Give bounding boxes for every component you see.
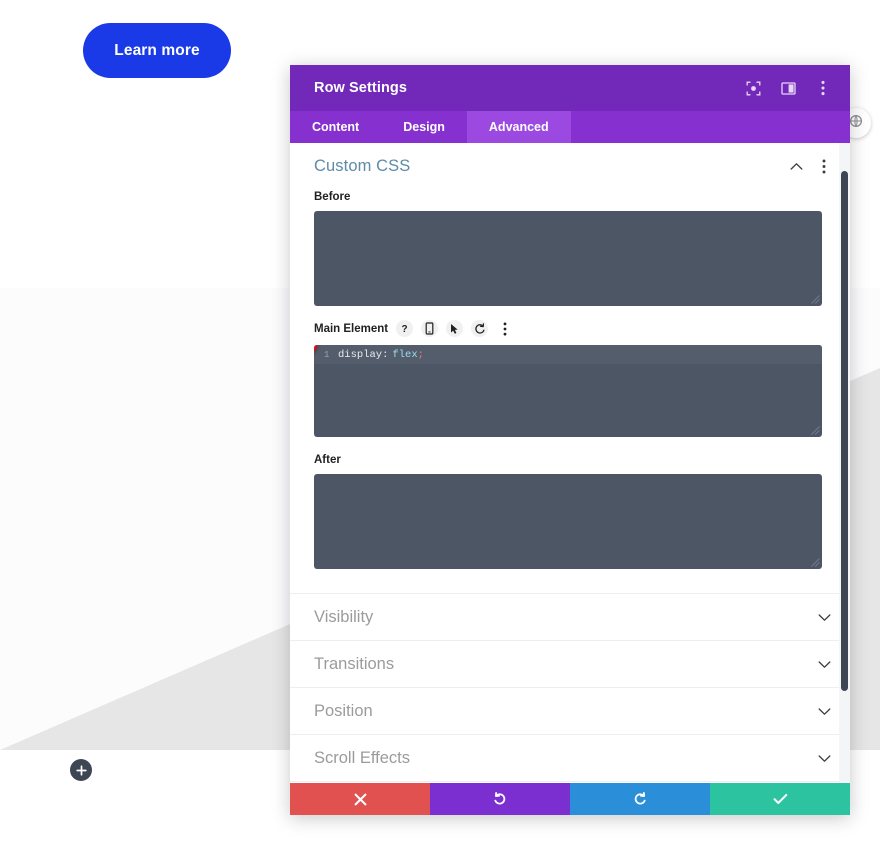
responsive-device-icon[interactable]	[421, 320, 439, 337]
before-css-field: Before	[290, 191, 850, 306]
resize-handle-icon	[811, 295, 820, 304]
row-settings-modal: Row Settings Content Design Advanced Cus…	[290, 65, 850, 815]
chevron-down-icon[interactable]	[816, 609, 832, 625]
code-value: flex	[392, 348, 418, 361]
resize-handle-icon	[811, 558, 820, 567]
page-root: Learn more Row Settings Content Design A…	[0, 0, 880, 842]
before-css-textarea[interactable]	[314, 211, 822, 306]
tab-advanced[interactable]: Advanced	[466, 111, 571, 143]
reset-icon[interactable]	[471, 320, 489, 337]
chevron-up-icon[interactable]	[788, 158, 804, 174]
section-scroll-effects-label: Scroll Effects	[314, 748, 410, 767]
cancel-button[interactable]	[290, 783, 430, 815]
layout-panel-icon[interactable]	[779, 79, 797, 97]
resize-handle-icon	[811, 426, 820, 435]
save-button[interactable]	[710, 783, 850, 815]
tab-design[interactable]: Design	[381, 111, 467, 143]
learn-more-button[interactable]: Learn more	[83, 23, 231, 78]
hover-cursor-icon[interactable]	[446, 320, 464, 337]
close-icon	[354, 793, 367, 806]
main-element-css-editor[interactable]: 1 1 display : flex ;	[314, 345, 822, 437]
focus-target-icon[interactable]	[744, 79, 762, 97]
chevron-down-icon[interactable]	[816, 656, 832, 672]
code-property: display	[338, 348, 383, 361]
custom-css-title: Custom CSS	[314, 156, 411, 175]
modal-tab-bar: Content Design Advanced	[290, 111, 850, 143]
chevron-down-icon[interactable]	[816, 703, 832, 719]
after-css-textarea[interactable]	[314, 474, 822, 569]
modal-title: Row Settings	[314, 80, 408, 96]
after-css-field: After	[290, 454, 850, 569]
redo-button[interactable]	[570, 783, 710, 815]
section-position-label: Position	[314, 701, 373, 720]
code-semicolon: ;	[417, 348, 424, 361]
modal-header: Row Settings	[290, 65, 850, 111]
tab-content[interactable]: Content	[290, 111, 381, 143]
custom-css-header-icons	[788, 158, 832, 174]
settings-circle-icon	[849, 114, 863, 133]
section-position[interactable]: Position	[290, 687, 850, 734]
undo-icon	[493, 792, 507, 806]
plus-icon	[75, 764, 87, 776]
modal-action-bar	[290, 783, 850, 815]
section-visibility[interactable]: Visibility	[290, 593, 850, 640]
undo-button[interactable]	[430, 783, 570, 815]
modal-body: Custom CSS Before Main Element ? 1 displ…	[290, 143, 850, 783]
svg-text:?: ?	[402, 324, 408, 334]
section-visibility-label: Visibility	[314, 607, 374, 626]
collapsed-sections-list: Visibility Transitions Position Scroll E…	[290, 593, 850, 783]
code-line-number: 1	[324, 349, 330, 360]
more-vertical-icon[interactable]	[814, 79, 832, 97]
modal-scrollbar-track[interactable]	[839, 143, 850, 783]
modal-scrollbar-thumb[interactable]	[841, 171, 848, 691]
code-line-1[interactable]: 1 display : flex ;	[314, 345, 822, 364]
section-list-end	[290, 781, 850, 783]
before-field-label: Before	[314, 191, 351, 203]
more-vertical-icon[interactable]	[816, 158, 832, 174]
section-transitions[interactable]: Transitions	[290, 640, 850, 687]
modal-header-icons	[744, 79, 832, 97]
main-element-label-row: Main Element ?	[314, 320, 826, 337]
help-icon[interactable]: ?	[396, 320, 414, 337]
more-vertical-icon[interactable]	[496, 320, 513, 337]
custom-css-section-header[interactable]: Custom CSS	[290, 143, 850, 189]
redo-icon	[633, 792, 647, 806]
main-element-css-field: Main Element ? 1 display: flex ;	[290, 320, 850, 437]
section-transitions-label: Transitions	[314, 654, 395, 673]
after-field-label: After	[314, 454, 341, 466]
section-scroll-effects[interactable]: Scroll Effects	[290, 734, 850, 781]
chevron-down-icon[interactable]	[816, 750, 832, 766]
check-icon	[773, 793, 788, 805]
main-element-field-label: Main Element	[314, 322, 389, 335]
add-section-button[interactable]	[70, 759, 92, 781]
modal-scroll-area: Custom CSS Before Main Element ? 1 displ…	[290, 143, 850, 783]
